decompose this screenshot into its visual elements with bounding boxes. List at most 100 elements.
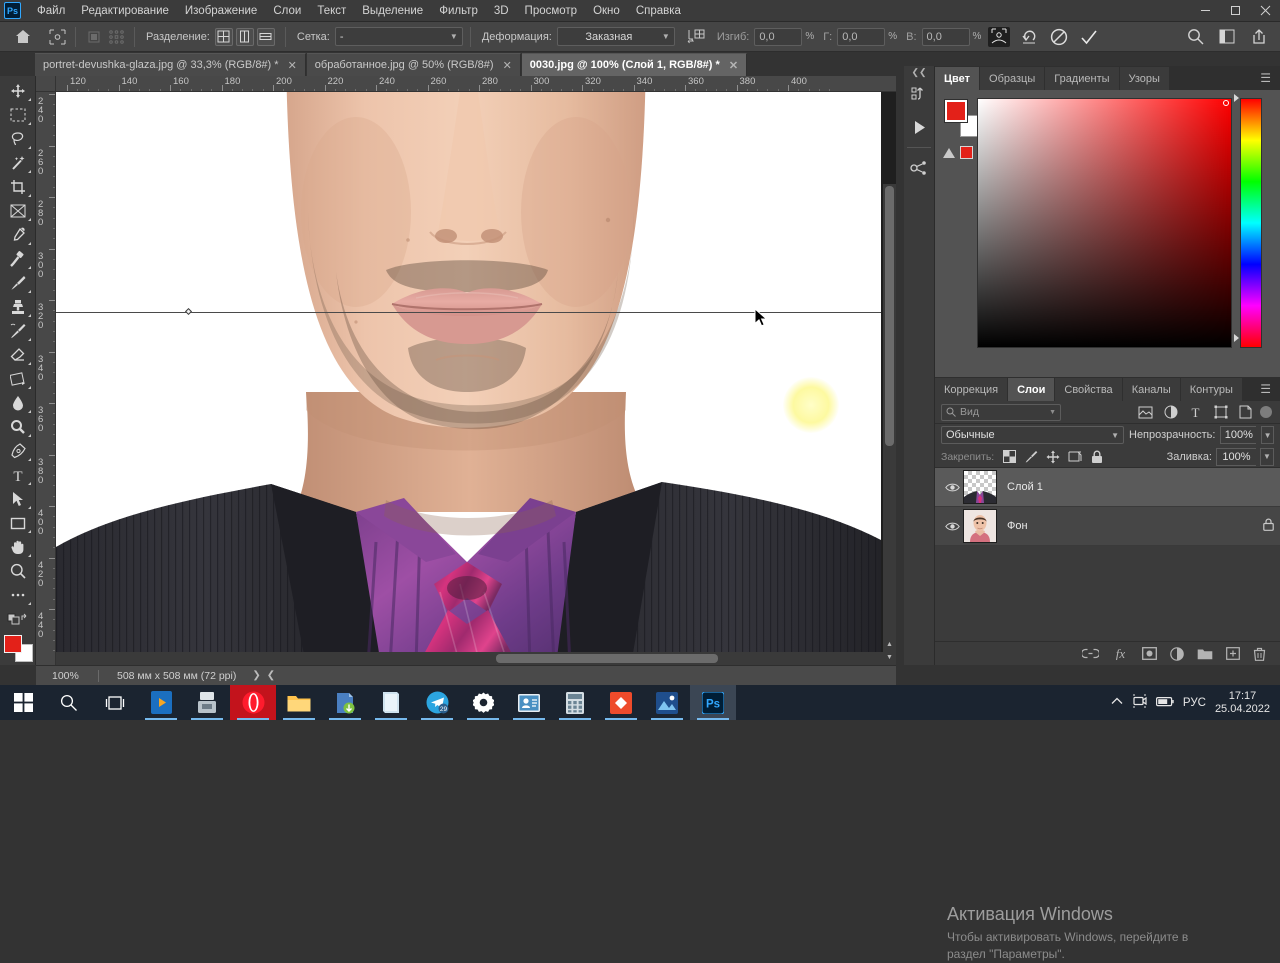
add-mask-icon[interactable] — [1142, 647, 1157, 660]
hue-slider[interactable] — [1240, 98, 1262, 348]
canvas-horizontal-scrollbar[interactable] — [56, 652, 883, 665]
task-view-button[interactable] — [92, 685, 138, 720]
horizontal-ruler[interactable]: 120 140 160 180 200 220 240 260 280 300 320 340 360 3… — [56, 76, 896, 92]
layer-thumbnail[interactable] — [963, 509, 997, 543]
new-layer-icon[interactable] — [1226, 647, 1240, 660]
lock-artboard-icon[interactable] — [1066, 448, 1084, 466]
minimize-button[interactable] — [1190, 0, 1220, 22]
menu-edit[interactable]: Редактирование — [73, 2, 177, 20]
menu-image[interactable]: Изображение — [177, 2, 265, 20]
tab-adjustments[interactable]: Коррекция — [935, 378, 1008, 401]
taskbar-app-settings[interactable] — [460, 685, 506, 720]
pen-tool[interactable] — [3, 439, 33, 463]
taskbar-app-photoshop[interactable]: Ps — [690, 685, 736, 720]
show-hidden-icons[interactable] — [1111, 697, 1123, 709]
type-filter-icon[interactable]: T — [1185, 403, 1206, 421]
layer-filter-select[interactable]: Вид ▼ — [941, 403, 1061, 421]
status-collapse-icon[interactable]: ❮ — [267, 670, 275, 681]
shape-filter-icon[interactable] — [1210, 403, 1231, 421]
puppet-warp-icon[interactable] — [46, 27, 68, 47]
home-icon[interactable] — [12, 27, 34, 47]
opacity-stepper[interactable]: ▼ — [1261, 426, 1274, 444]
mesh-preview-icon[interactable] — [83, 27, 105, 47]
menu-text[interactable]: Текст — [309, 2, 354, 20]
document-tab-1[interactable]: обработанное.jpg @ 50% (RGB/8#) ✕ — [306, 53, 521, 76]
hand-tool[interactable] — [3, 535, 33, 559]
close-icon[interactable]: ✕ — [288, 59, 297, 72]
menu-file[interactable]: Файл — [29, 2, 73, 20]
menu-view[interactable]: Просмотр — [517, 2, 586, 20]
workspace-icon[interactable] — [1216, 27, 1238, 47]
status-expand-icon[interactable]: ❯ — [252, 670, 260, 681]
marquee-tool[interactable] — [3, 103, 33, 127]
grid-select[interactable]: - ▼ — [334, 27, 463, 46]
blur-tool[interactable] — [3, 391, 33, 415]
reset-icon[interactable] — [1018, 27, 1040, 47]
layer-visibility-toggle[interactable] — [941, 482, 963, 493]
language-indicator[interactable]: РУС — [1183, 697, 1206, 709]
tab-paths[interactable]: Контуры — [1180, 378, 1242, 401]
scroll-down-button[interactable]: ▼ — [883, 651, 896, 664]
share-icon[interactable] — [1248, 27, 1270, 47]
adjustment-filter-icon[interactable] — [1160, 403, 1181, 421]
menu-window[interactable]: Окно — [585, 2, 628, 20]
lock-all-icon[interactable] — [1088, 448, 1106, 466]
start-button[interactable] — [0, 685, 46, 720]
panel-menu-icon[interactable]: ☰ — [1251, 378, 1280, 401]
filter-enable-toggle[interactable] — [1260, 406, 1272, 418]
clone-stamp-tool[interactable] — [3, 295, 33, 319]
menu-filter[interactable]: Фильтр — [431, 2, 486, 20]
menu-3d[interactable]: 3D — [486, 2, 517, 20]
play-icon[interactable] — [904, 111, 935, 144]
taskbar-app-telegram[interactable]: 29 — [414, 685, 460, 720]
pixel-filter-icon[interactable] — [1135, 403, 1156, 421]
foreground-color-swatch[interactable] — [944, 99, 968, 123]
taskbar-app-downloader[interactable] — [322, 685, 368, 720]
lasso-tool[interactable] — [3, 127, 33, 151]
lock-position-icon[interactable] — [1044, 448, 1062, 466]
toggle-warp-icon[interactable] — [988, 26, 1011, 47]
ruler-corner[interactable] — [36, 76, 56, 92]
move-tool[interactable] — [3, 79, 33, 103]
tab-properties[interactable]: Свойства — [1055, 378, 1122, 401]
color-field[interactable] — [977, 98, 1232, 348]
deform-select[interactable]: Заказная ▼ — [556, 27, 675, 46]
foreground-color-swatch[interactable] — [3, 635, 22, 653]
taskbar-app-scanner[interactable] — [184, 685, 230, 720]
camera-icon[interactable] — [1132, 694, 1147, 711]
collapse-panels-icon[interactable]: ❮❮ — [904, 66, 935, 78]
split-both-button[interactable] — [214, 27, 233, 46]
brush-tool[interactable] — [3, 271, 33, 295]
lock-image-icon[interactable] — [1022, 448, 1040, 466]
taskbar-app-media[interactable] — [138, 685, 184, 720]
libraries-icon[interactable] — [904, 151, 935, 184]
color-picker-handle[interactable] — [1223, 100, 1229, 106]
new-group-icon[interactable] — [1197, 647, 1213, 660]
horizontal-input[interactable]: 0,0 — [837, 27, 886, 46]
taskbar-app-notes[interactable] — [368, 685, 414, 720]
scrollbar-thumb[interactable] — [496, 654, 718, 663]
menu-layers[interactable]: Слои — [265, 2, 309, 20]
tab-patterns[interactable]: Узоры — [1119, 67, 1169, 90]
close-icon[interactable]: ✕ — [503, 59, 512, 72]
healing-brush-tool[interactable] — [3, 247, 33, 271]
clock[interactable]: 17:17 25.04.2022 — [1215, 690, 1270, 716]
edit-toolbar-button[interactable] — [3, 583, 33, 607]
maximize-button[interactable] — [1220, 0, 1250, 22]
document-tab-0[interactable]: portret-devushka-glaza.jpg @ 33,3% (RGB/… — [35, 53, 306, 76]
layer-thumbnail[interactable] — [963, 470, 997, 504]
rectangle-tool[interactable] — [3, 511, 33, 535]
battery-icon[interactable] — [1155, 696, 1174, 710]
crop-tool[interactable] — [3, 175, 33, 199]
type-tool[interactable]: T — [3, 463, 33, 487]
taskbar-app-contacts[interactable] — [506, 685, 552, 720]
tab-gradients[interactable]: Градиенты — [1045, 67, 1119, 90]
eyedropper-tool[interactable] — [3, 223, 33, 247]
history-icon[interactable] — [904, 78, 935, 111]
layer-style-fx-icon[interactable]: fx — [1112, 647, 1129, 660]
opacity-value[interactable]: 100% — [1220, 426, 1257, 444]
link-layers-icon[interactable] — [1082, 648, 1099, 659]
split-vertical-button[interactable] — [235, 27, 254, 46]
document-tab-2[interactable]: 0030.jpg @ 100% (Слой 1, RGB/8#) * ✕ — [521, 53, 748, 76]
tab-color[interactable]: Цвет — [935, 67, 980, 90]
